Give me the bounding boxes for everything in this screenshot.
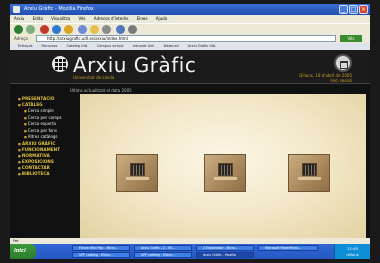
taskbar-button[interactable]: Microsoft PowerPoint... [258,245,318,251]
window-grille-image [302,163,317,176]
window-grille-image [130,163,145,176]
refresh-icon[interactable] [52,25,61,34]
windows-taskbar: inici Fòrum Mail Pop - Micro... Arxiu Gr… [10,244,370,259]
clock-day: dilluns [346,252,359,257]
link-item[interactable]: Campus virtual [97,44,124,48]
navigation-toolbar [10,23,370,34]
minimize-button[interactable]: _ [339,5,348,14]
mail-icon[interactable] [116,25,125,34]
links-bar: Enllaços Recursos Catàleg UdL Campus vir… [10,43,370,50]
menu-bar: Arxiu Edita Visualitza Vés Adreces d'int… [10,15,370,23]
go-button[interactable]: Vés [340,35,362,42]
date-box: Dilluns, 18 d'abril de 2005 Inici sessió [299,73,352,84]
university-logo-icon[interactable] [52,56,68,72]
search-icon[interactable] [78,25,87,34]
history-icon[interactable] [102,25,111,34]
address-bar: Adreça http://arxiugrafic.udl.es/arxiu/i… [10,34,370,43]
menu-edit[interactable]: Edita [33,16,43,21]
gallery-photo[interactable] [204,154,246,192]
menu-file[interactable]: Arxiu [14,16,24,21]
taskbar-button[interactable]: UPF catàleg - Micro... [134,252,192,258]
close-button[interactable]: × [359,5,368,14]
stop-icon[interactable] [40,25,49,34]
window-titlebar: Arxiu Gràfic - Mozilla Firefox _ □ × [10,4,370,15]
site-header: Arxiu Gràfic Universitat de Lleida Dillu… [10,50,370,84]
start-button[interactable]: inici [10,244,36,259]
sidebar-menu: PRESENTACIÓ CATÀLEG Cerca simple Cerca p… [18,96,80,177]
status-text: Fet [13,239,19,243]
taskbar-button[interactable]: Fòrum Mail Pop - Micro... [72,245,130,251]
browser-icon [13,6,20,13]
gallery-photo[interactable] [288,154,330,192]
site-title: Arxiu Gràfic [73,53,197,77]
web-page: Arxiu Gràfic Universitat de Lleida Dillu… [10,50,370,238]
login-link[interactable]: Inici sessió [299,78,352,84]
menu-go[interactable]: Vés [79,16,86,21]
forward-icon[interactable] [26,25,35,34]
desktop-screen: Arxiu Gràfic - Mozilla Firefox _ □ × Arx… [10,4,370,259]
window-controls: _ □ × [339,5,368,14]
gallery-photo[interactable] [116,154,158,192]
link-item[interactable]: Arxiu Gràfic UdL [188,44,216,48]
favorites-icon[interactable] [90,25,99,34]
update-note: Últims actualitzat el data 2005 [70,88,132,93]
print-icon[interactable] [128,25,137,34]
window-grille-image [218,163,233,176]
menu-bookmarks[interactable]: Adreces d'interès [94,16,129,21]
taskbar-button[interactable]: Arxiu Gràfic - 2 - Mi... [134,245,192,251]
window-title: Arxiu Gràfic - Mozilla Firefox [24,6,94,12]
taskbar-button-active[interactable]: Arxiu Gràfic - Mozilla [196,252,254,258]
link-item[interactable]: Enllaços [18,44,32,48]
link-item[interactable]: Intranet UdL [133,44,155,48]
home-icon[interactable] [64,25,73,34]
content-area [80,94,366,238]
back-icon[interactable] [14,25,23,34]
link-item[interactable]: Recursos [42,44,58,48]
sidebar-item-biblioteca[interactable]: BIBLIOTECA [18,171,80,177]
menu-tools[interactable]: Eines [137,16,148,21]
archive-seal-icon [334,54,352,72]
url-input[interactable]: http://arxiugrafic.udl.es/arxiu/index.ht… [36,35,336,42]
link-item[interactable]: Catàleg UdL [66,44,87,48]
system-tray: 12:45 dilluns [334,244,370,259]
address-label: Adreça [14,36,28,41]
menu-view[interactable]: Visualitza [51,16,70,21]
link-item[interactable]: Webmail [164,44,179,48]
taskbar-button[interactable]: 2 Explorador - Micro... [196,245,254,251]
site-subtitle: Universitat de Lleida [73,75,115,80]
menu-help[interactable]: Ajuda [156,16,167,21]
maximize-button[interactable]: □ [349,5,358,14]
taskbar-button[interactable]: UPF catàleg - Micro... [72,252,130,258]
